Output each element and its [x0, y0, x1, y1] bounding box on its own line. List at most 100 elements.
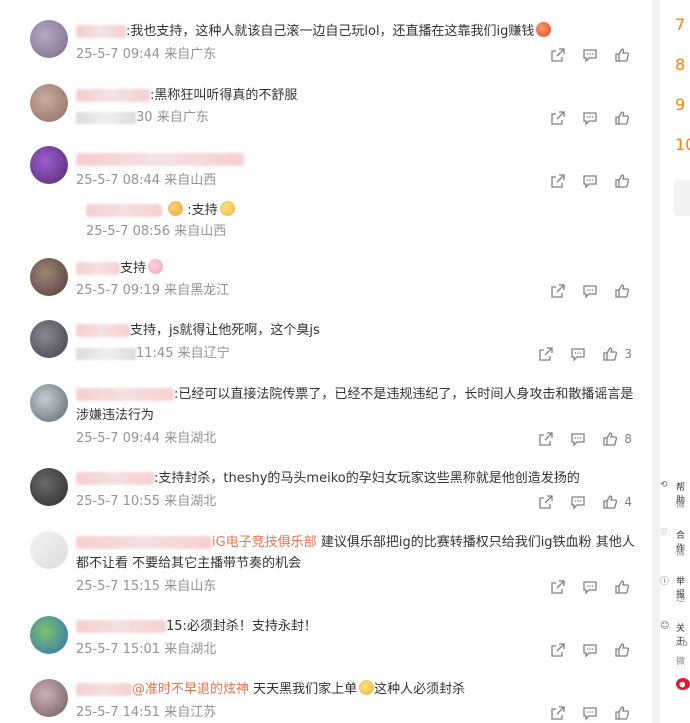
sidebar-subtext: 微 — [676, 500, 686, 510]
comment-body: 天天黑我们家上单 — [253, 682, 358, 697]
comment-location: 来自广东 — [156, 110, 209, 125]
mention-link[interactable]: iG电子竞技俱乐部 — [212, 535, 317, 550]
sidebar-subtext: 微 — [676, 657, 686, 667]
like-icon[interactable] — [600, 493, 620, 511]
comment-icon[interactable] — [580, 641, 600, 659]
blurred-date — [76, 347, 136, 360]
username[interactable] — [76, 324, 130, 337]
comment-actions: 4 — [536, 493, 632, 511]
heart-icon[interactable]: ♡ — [660, 528, 668, 538]
comment-icon[interactable] — [568, 430, 588, 448]
share-icon[interactable] — [548, 282, 568, 300]
avatar[interactable] — [30, 384, 68, 422]
like-icon[interactable] — [612, 46, 632, 64]
comment-date: 25-5-7 09:44 — [76, 431, 161, 446]
emoji-icon — [359, 680, 375, 695]
comment-icon[interactable] — [568, 493, 588, 511]
like-icon[interactable] — [612, 172, 632, 190]
rank-number: 8 — [675, 55, 686, 74]
mention-link[interactable]: @准时不早退的炫神 — [132, 682, 249, 697]
like-count: 8 — [624, 432, 632, 446]
username[interactable] — [76, 536, 212, 549]
share-icon[interactable] — [536, 345, 556, 363]
username[interactable] — [76, 262, 120, 275]
about-icon[interactable]: ☺ — [660, 621, 669, 631]
comment-text: :支持 — [86, 200, 646, 221]
share-icon[interactable] — [536, 430, 556, 448]
username[interactable] — [76, 388, 174, 401]
username[interactable] — [76, 620, 166, 633]
comment-icon[interactable] — [580, 282, 600, 300]
comment-icon[interactable] — [580, 172, 600, 190]
avatar[interactable] — [30, 616, 68, 654]
help-icon[interactable]: ⟲ — [660, 480, 668, 490]
comment-icon[interactable] — [580, 46, 600, 64]
comment-date: 25-5-7 10:55 — [76, 494, 161, 509]
username[interactable] — [86, 204, 162, 217]
like-icon[interactable] — [612, 578, 632, 596]
share-icon[interactable] — [536, 493, 556, 511]
like-icon[interactable] — [612, 641, 632, 659]
share-icon[interactable] — [548, 641, 568, 659]
comment-actions — [548, 704, 632, 722]
username[interactable] — [76, 25, 126, 38]
comment-date: 25-5-7 09:44 — [76, 47, 161, 62]
comment-date: 25-5-7 15:01 — [76, 642, 161, 657]
username[interactable] — [76, 89, 150, 102]
comment-text: iG电子竞技俱乐部 建议俱乐部把ig的比赛转播权只给我们ig铁血粉 其他人都不让… — [76, 532, 636, 574]
share-icon[interactable] — [548, 46, 568, 64]
avatar[interactable] — [30, 320, 68, 358]
comment-meta: 25-5-7 08:56 来自山西 — [86, 223, 226, 241]
avatar[interactable] — [30, 84, 68, 122]
username[interactable] — [76, 683, 132, 696]
avatar[interactable] — [30, 20, 68, 58]
username[interactable] — [76, 153, 244, 166]
like-icon[interactable] — [612, 109, 632, 127]
comment-date: 25-5-7 14:51 — [76, 705, 161, 720]
like-icon[interactable] — [600, 430, 620, 448]
comment-meta: 30 来自广东 — [76, 109, 209, 127]
avatar[interactable] — [30, 146, 68, 184]
like-icon[interactable] — [612, 282, 632, 300]
comment-icon[interactable] — [580, 109, 600, 127]
emoji-icon — [219, 201, 235, 216]
rank-number: 9 — [675, 95, 686, 114]
comment-list: :我也支持，这种人就该自己滚一边自己玩lol，还直播在这靠我们ig赚钱 25-5… — [0, 0, 652, 723]
comment-meta: 25-5-7 08:44 来自山西 — [76, 172, 216, 190]
comment-body-continued: 这种人必须封杀 — [374, 682, 466, 697]
comment-date: 25-5-7 09:19 — [76, 283, 161, 298]
like-icon[interactable] — [600, 345, 620, 363]
comment-location: 来自山西 — [174, 224, 227, 239]
report-icon[interactable]: ⓘ — [660, 574, 669, 587]
comment-text: :已经可以直接法院传票了，已经不是违规违纪了，长时间人身攻击和散播谣言是涉嫌违法… — [76, 384, 636, 426]
comment-icon[interactable] — [568, 345, 588, 363]
comment-meta: 25-5-7 10:55 来自湖北 — [76, 493, 216, 511]
right-sidebar: 7 8 9 10 ⟲ 帮助 微 ♡ 合作 微 ⓘ 举报 违 ☺ 关于 Ab 微 — [660, 0, 690, 723]
avatar[interactable] — [30, 679, 68, 717]
comment-meta: 25-5-7 09:19 来自黑龙江 — [76, 282, 229, 300]
comment-body: :支持 — [187, 203, 218, 218]
comment-date: 25-5-7 08:56 — [86, 224, 171, 239]
like-icon[interactable] — [612, 704, 632, 722]
like-count: 4 — [624, 495, 632, 509]
comment-location: 来自湖北 — [164, 431, 217, 446]
share-icon[interactable] — [548, 109, 568, 127]
username[interactable] — [76, 472, 154, 485]
avatar[interactable] — [30, 258, 68, 296]
share-icon[interactable] — [548, 704, 568, 722]
comment-actions: 3 — [536, 345, 632, 363]
emoji-icon — [536, 22, 552, 37]
avatar[interactable] — [30, 468, 68, 506]
comment-body: :黑称狂叫听得真的不舒服 — [150, 88, 298, 103]
comment-icon[interactable] — [580, 578, 600, 596]
comment-text: :支持封杀，theshy的马头meiko的孕妇女玩家这些黑称就是他创造发扬的 — [76, 468, 636, 489]
share-icon[interactable] — [548, 578, 568, 596]
sidebar-card — [674, 180, 690, 216]
comment-icon[interactable] — [580, 704, 600, 722]
comment-location: 来自山西 — [164, 173, 217, 188]
like-count: 3 — [624, 347, 632, 361]
share-icon[interactable] — [548, 172, 568, 190]
weibo-logo-icon[interactable] — [676, 678, 690, 690]
comment-meta: 25-5-7 09:44 来自广东 — [76, 46, 216, 64]
avatar[interactable] — [30, 531, 68, 569]
